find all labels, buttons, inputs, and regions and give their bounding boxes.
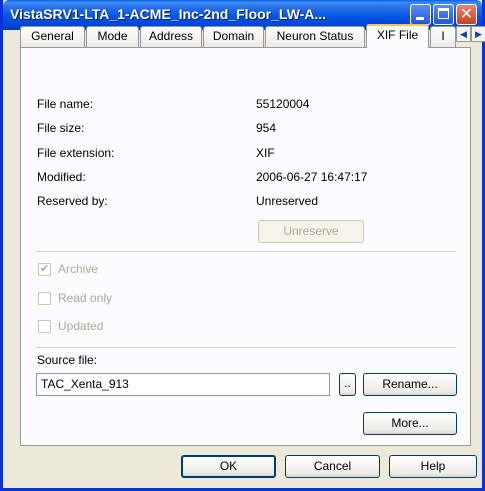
file-extension-label: File extension: (37, 146, 115, 160)
updated-label: Updated (58, 319, 104, 333)
checkbox-box: ✔ (38, 263, 51, 276)
modified-label: Modified: (37, 170, 86, 184)
source-file-label: Source file: (37, 353, 98, 367)
tab-neuron-status[interactable]: Neuron Status (265, 26, 365, 47)
tab-domain[interactable]: Domain (203, 26, 264, 47)
maximize-button[interactable] (433, 4, 454, 25)
tab-scroll-right-button[interactable]: ▶ (471, 26, 485, 42)
minimize-button[interactable] (410, 4, 431, 25)
checkmark-icon: ✔ (40, 263, 50, 275)
tab-xif-file[interactable]: XIF File (366, 24, 429, 48)
cancel-button[interactable]: Cancel (285, 455, 380, 478)
checkbox-box (38, 320, 51, 333)
divider (36, 251, 456, 252)
reserved-by-label: Reserved by: (37, 194, 108, 208)
chevron-right-icon: ▶ (475, 29, 482, 39)
tab-mode[interactable]: Mode (86, 26, 139, 47)
tab-scroll-left-button[interactable]: ◀ (456, 26, 471, 42)
tab-general[interactable]: General (20, 26, 85, 47)
ok-button[interactable]: OK (181, 455, 276, 478)
checkbox-box (38, 292, 51, 305)
close-icon: ✕ (459, 6, 474, 23)
minimize-icon (416, 17, 424, 20)
file-extension-value: XIF (256, 146, 275, 160)
reserved-by-value: Unreserved (256, 194, 319, 208)
file-size-value: 954 (256, 121, 277, 135)
tab-overflow[interactable]: I (430, 26, 456, 47)
file-size-label: File size: (37, 121, 85, 135)
file-name-value: 55120004 (256, 97, 310, 111)
archive-label: Archive (58, 262, 99, 276)
rename-button[interactable]: Rename... (363, 373, 457, 396)
modified-value: 2006-06-27 16:47:17 (256, 170, 368, 184)
close-button[interactable]: ✕ (456, 4, 477, 25)
chevron-left-icon: ◀ (460, 29, 467, 39)
divider (36, 347, 456, 348)
maximize-icon (438, 8, 449, 19)
help-button[interactable]: Help (389, 455, 477, 478)
window-title: VistaSRV1-LTA_1-ACME_Inc-2nd_Floor_LW-A.… (10, 6, 327, 22)
file-name-label: File name: (37, 97, 94, 111)
unreserve-button[interactable]: Unreserve (258, 220, 364, 243)
tab-address[interactable]: Address (140, 26, 202, 47)
more-button[interactable]: More... (363, 412, 457, 435)
source-file-input[interactable]: TAC_Xenta_913 (36, 373, 330, 396)
browse-button[interactable]: .. (339, 373, 356, 396)
read-only-label: Read only (58, 291, 113, 305)
